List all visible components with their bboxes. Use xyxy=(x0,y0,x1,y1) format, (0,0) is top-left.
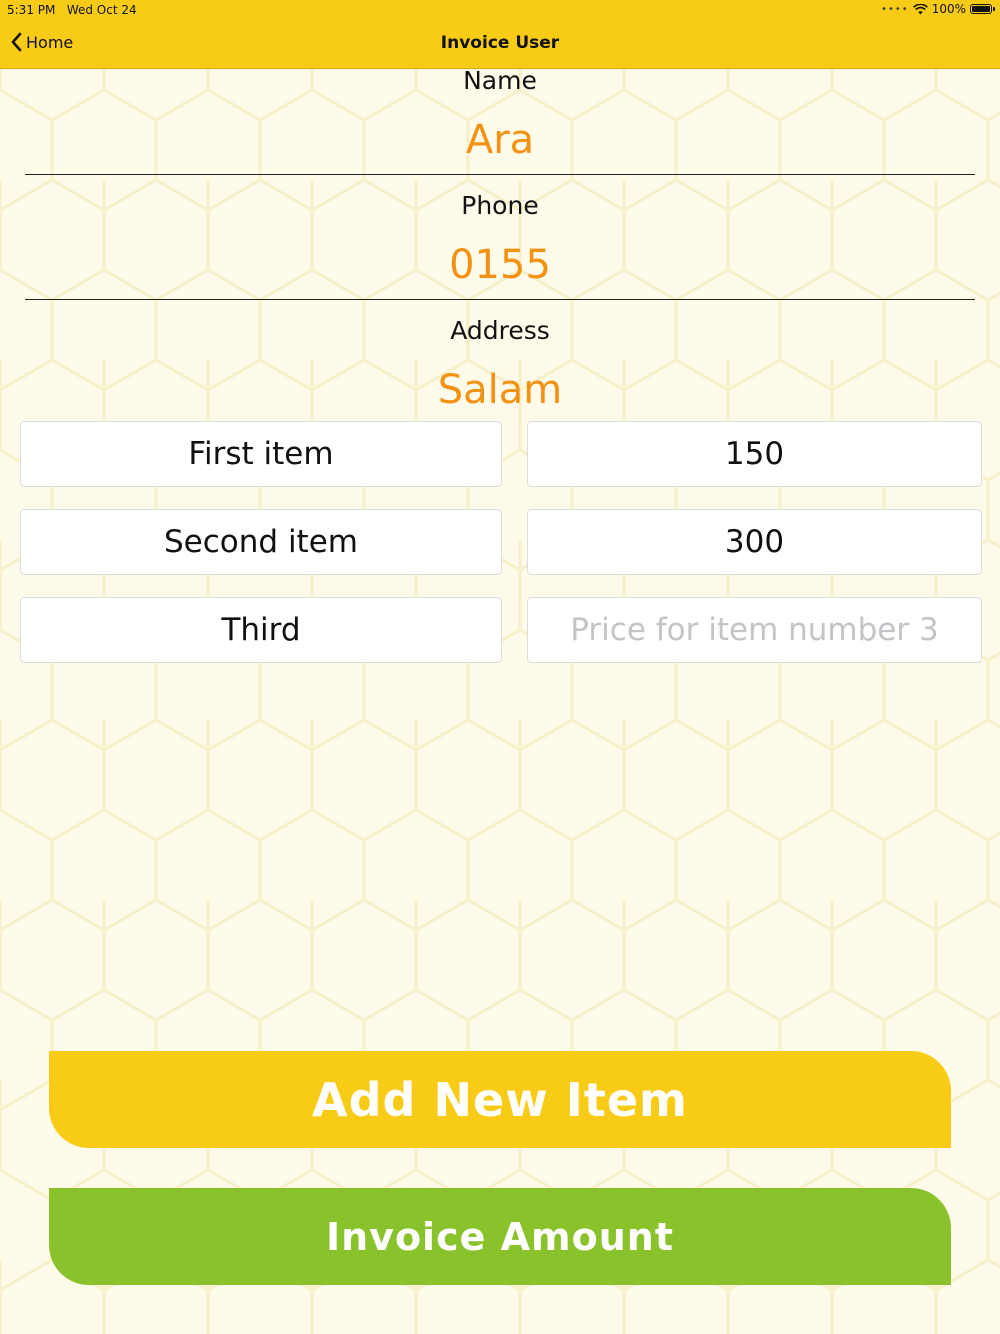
signal-dots: •••• xyxy=(881,3,909,15)
item-2-price-field[interactable]: 300 xyxy=(527,509,982,575)
invoice-amount-button[interactable]: Invoice Amount xyxy=(49,1188,951,1285)
battery-icon xyxy=(970,4,995,14)
phone-label: Phone xyxy=(461,191,539,220)
clock-time: 5:31 PM xyxy=(7,3,56,17)
status-bar: 5:31 PM Wed Oct 24 •••• 100% xyxy=(0,0,1000,20)
wifi-icon xyxy=(912,3,928,14)
battery-percent: 100% xyxy=(931,2,966,16)
item-3-price-field[interactable]: Price for item number 3 xyxy=(527,597,982,663)
page-title: Invoice User xyxy=(440,33,560,53)
phone-divider xyxy=(25,299,975,300)
item-1-name-field[interactable]: First item xyxy=(20,421,502,487)
invoice-form: Name Ara Phone 0155 Address Salam First … xyxy=(0,0,1000,1334)
item-1-price-field[interactable]: 150 xyxy=(527,421,982,487)
navigation-bar: Home Invoice User xyxy=(0,20,1000,69)
item-3-name-field[interactable]: Third xyxy=(20,597,502,663)
status-time: 5:31 PM Wed Oct 24 xyxy=(7,3,137,17)
address-field[interactable]: Salam xyxy=(0,367,1000,413)
address-label: Address xyxy=(450,316,550,345)
phone-field[interactable]: 0155 xyxy=(0,242,1000,288)
status-indicators: •••• 100% xyxy=(881,2,995,16)
battery-fill xyxy=(972,6,990,12)
name-field[interactable]: Ara xyxy=(0,117,1000,163)
battery-tip xyxy=(993,7,995,11)
add-new-item-button[interactable]: Add New Item xyxy=(49,1051,951,1148)
item-2-name-field[interactable]: Second item xyxy=(20,509,502,575)
name-label: Name xyxy=(463,66,537,95)
clock-date: Wed Oct 24 xyxy=(66,3,137,17)
name-divider xyxy=(25,174,975,175)
